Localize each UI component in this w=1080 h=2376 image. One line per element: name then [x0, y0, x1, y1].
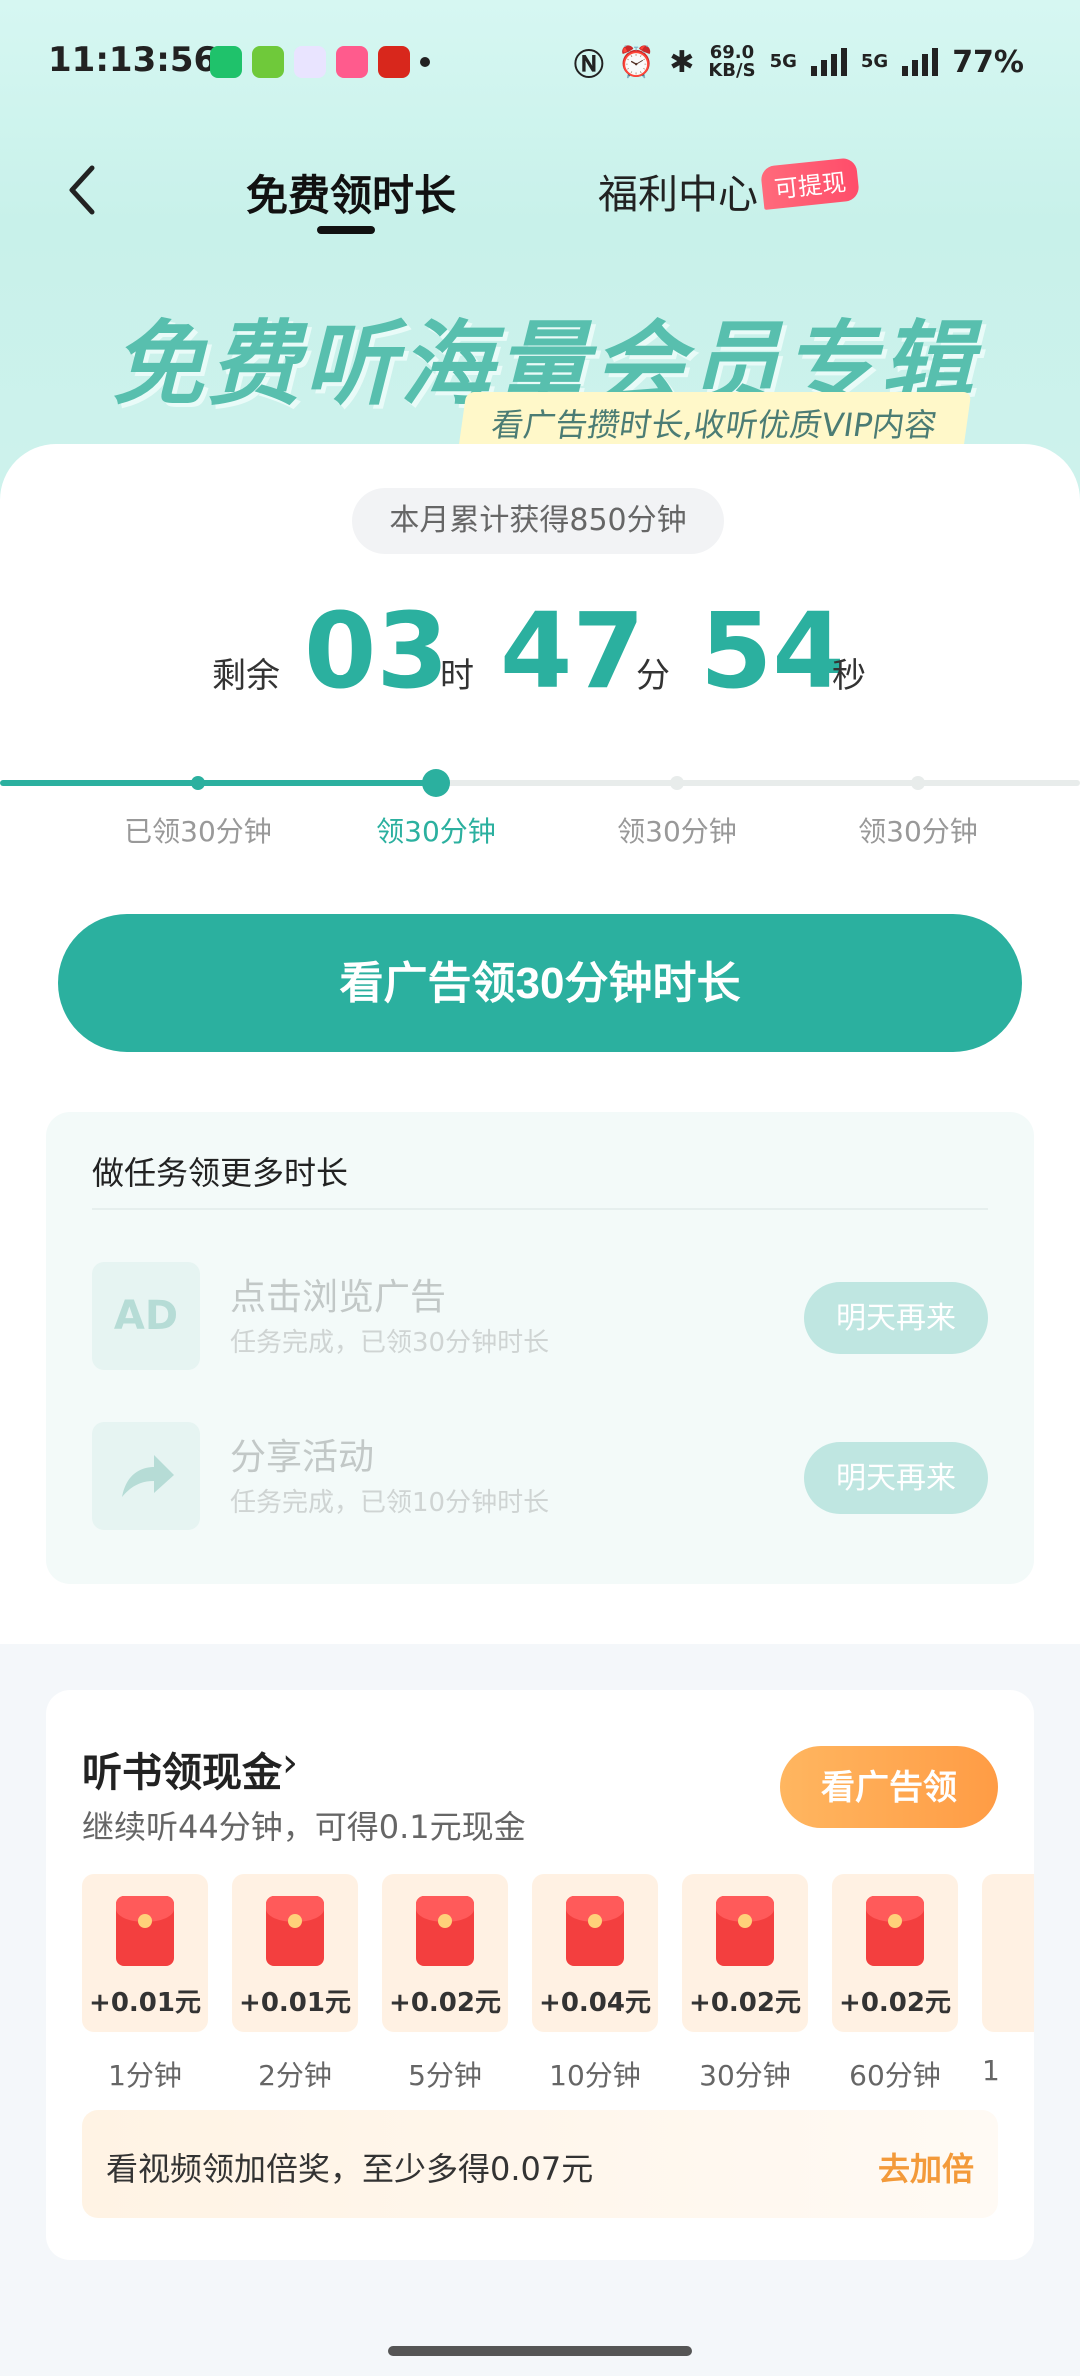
progress-step-label: 领30分钟: [858, 815, 978, 848]
progress-node: [191, 776, 205, 790]
reward-amount: +0.01元: [89, 1988, 201, 2018]
withdraw-badge: 可提现: [760, 157, 860, 210]
progress-node-current: [422, 769, 450, 797]
reward-amount: +0.04元: [539, 1988, 651, 2018]
reward-minutes: 2分钟: [258, 2059, 332, 2092]
progress-remaining: [436, 780, 1080, 786]
nfc-icon: Ⓝ: [573, 48, 604, 83]
red-envelope-icon: [416, 1896, 474, 1966]
seconds-unit: 秒: [832, 656, 866, 696]
progress-edge-label: 钟: [0, 810, 30, 850]
duolingo-icon: [252, 46, 284, 78]
alarm-icon: ⏰: [617, 44, 656, 80]
reward-minutes-partial: 1: [982, 2054, 1000, 2087]
claim-progress: 钟 已领30分钟 领30分钟 领30分钟 领30分钟: [0, 769, 1080, 860]
more-notifications-icon: [420, 57, 430, 67]
countdown-minutes: 47: [500, 590, 645, 712]
minutes-unit: 分: [636, 656, 670, 696]
reward-minutes: 30分钟: [699, 2059, 791, 2092]
app-notification-icon: [294, 46, 326, 78]
reward-item[interactable]: +0.02元: [832, 1874, 958, 2032]
double-reward-link[interactable]: 去加倍: [878, 2144, 974, 2190]
progress-node: [670, 776, 684, 790]
countdown-seconds: 54: [700, 590, 845, 712]
watch-ad-claim-button[interactable]: 看广告领30分钟时长: [58, 914, 1022, 1052]
countdown: 剩余 03 时 47 分 54 秒: [0, 590, 1080, 712]
remain-label: 剩余: [212, 656, 280, 696]
red-envelope-icon: [866, 1896, 924, 1966]
progress-step-label-current: 领30分钟: [376, 815, 496, 848]
battery-level: 77%: [952, 44, 1024, 80]
hours-unit: 时: [440, 656, 474, 696]
task-desc: 任务完成，已领10分钟时长: [230, 1488, 550, 1518]
countdown-hours: 03: [304, 590, 449, 712]
double-reward-banner[interactable]: 看视频领加倍奖，至少多得0.07元 去加倍: [82, 2110, 998, 2218]
tasks-panel: 做任务领更多时长 AD 点击浏览广告 任务完成，已领30分钟时长 明天再来 分享…: [46, 1112, 1034, 1584]
come-back-tomorrow-button[interactable]: 明天再来: [804, 1282, 988, 1354]
net-speed: 69.0 KB/S: [708, 42, 756, 81]
reward-item[interactable]: +0.02元: [382, 1874, 508, 2032]
reward-minutes: 1分钟: [108, 2059, 182, 2092]
signal-icon: [810, 48, 847, 76]
reward-amount: +0.01元: [239, 1988, 351, 2018]
notification-icons: [210, 46, 430, 78]
task-name: 分享活动: [230, 1437, 375, 1478]
signal-label: 5G: [769, 51, 797, 72]
signal-label: 5G: [860, 51, 889, 72]
red-envelope-icon: [116, 1896, 174, 1966]
tab-welfare-center[interactable]: 福利中心: [598, 162, 758, 220]
monthly-total-pill: 本月累计获得850分钟: [352, 488, 724, 554]
red-envelope-icon: [566, 1896, 624, 1966]
divider: [92, 1208, 988, 1210]
progress-node: [911, 776, 925, 790]
chevron-right-icon[interactable]: ›: [282, 1740, 298, 1786]
top-nav: 免费领时长 福利中心 可提现: [0, 150, 1080, 240]
watch-ad-cash-button[interactable]: 看广告领: [780, 1746, 998, 1828]
task-desc: 任务完成，已领30分钟时长: [230, 1328, 550, 1358]
back-arrow-icon: [69, 165, 95, 215]
share-icon: [92, 1422, 200, 1530]
listen-cash-card: 听书领现金 › 继续听44分钟，可得0.1元现金 看广告领 +0.01元 +0.…: [46, 1690, 1034, 2260]
status-time: 11:13:56: [48, 40, 218, 80]
reward-item-partial[interactable]: [982, 1874, 1034, 2032]
task-name: 点击浏览广告: [230, 1277, 447, 1318]
back-button[interactable]: [62, 160, 102, 220]
reward-minutes: 5分钟: [408, 2059, 482, 2092]
wechat-icon: [210, 46, 242, 78]
come-back-tomorrow-button[interactable]: 明天再来: [804, 1442, 988, 1514]
system-status: Ⓝ ⏰ ✱ 69.0 KB/S 5G 5G 77%: [574, 40, 1024, 84]
progress-step-label: 已领30分钟: [124, 815, 272, 848]
double-reward-text: 看视频领加倍奖，至少多得0.07元: [106, 2150, 594, 2188]
tasks-title: 做任务领更多时长: [92, 1154, 349, 1192]
reward-amount: +0.02元: [689, 1988, 801, 2018]
home-indicator[interactable]: [388, 2346, 692, 2356]
reward-minutes: 10分钟: [549, 2059, 641, 2092]
reward-item[interactable]: +0.01元: [232, 1874, 358, 2032]
tab-free-duration[interactable]: 免费领时长: [246, 162, 456, 223]
mcdonalds-icon: [378, 46, 410, 78]
progress-step-label: 领30分钟: [617, 815, 737, 848]
signal-icon: [902, 48, 939, 76]
red-envelope-icon: [716, 1896, 774, 1966]
reward-amount: +0.02元: [389, 1988, 501, 2018]
share-arrow-icon: [122, 1455, 174, 1497]
cash-subtitle: 继续听44分钟，可得0.1元现金: [82, 1808, 526, 1846]
task-item: AD 点击浏览广告 任务完成，已领30分钟时长 明天再来: [92, 1262, 988, 1372]
app-notification-icon: [336, 46, 368, 78]
reward-item[interactable]: +0.02元: [682, 1874, 808, 2032]
active-tab-indicator: [317, 226, 375, 234]
reward-amount: +0.02元: [839, 1988, 951, 2018]
status-bar: 11:13:56 Ⓝ ⏰ ✱ 69.0 KB/S 5G 5G 77%: [0, 0, 1080, 120]
reward-item[interactable]: +0.04元: [532, 1874, 658, 2032]
bluetooth-icon: ✱: [669, 44, 695, 80]
reward-minutes: 60分钟: [849, 2059, 941, 2092]
task-item: 分享活动 任务完成，已领10分钟时长 明天再来: [92, 1422, 988, 1532]
red-envelope-icon: [266, 1896, 324, 1966]
ad-icon: AD: [92, 1262, 200, 1370]
progress-filled: [0, 780, 436, 786]
reward-item[interactable]: +0.01元: [82, 1874, 208, 2032]
cash-title[interactable]: 听书领现金: [82, 1740, 282, 1798]
